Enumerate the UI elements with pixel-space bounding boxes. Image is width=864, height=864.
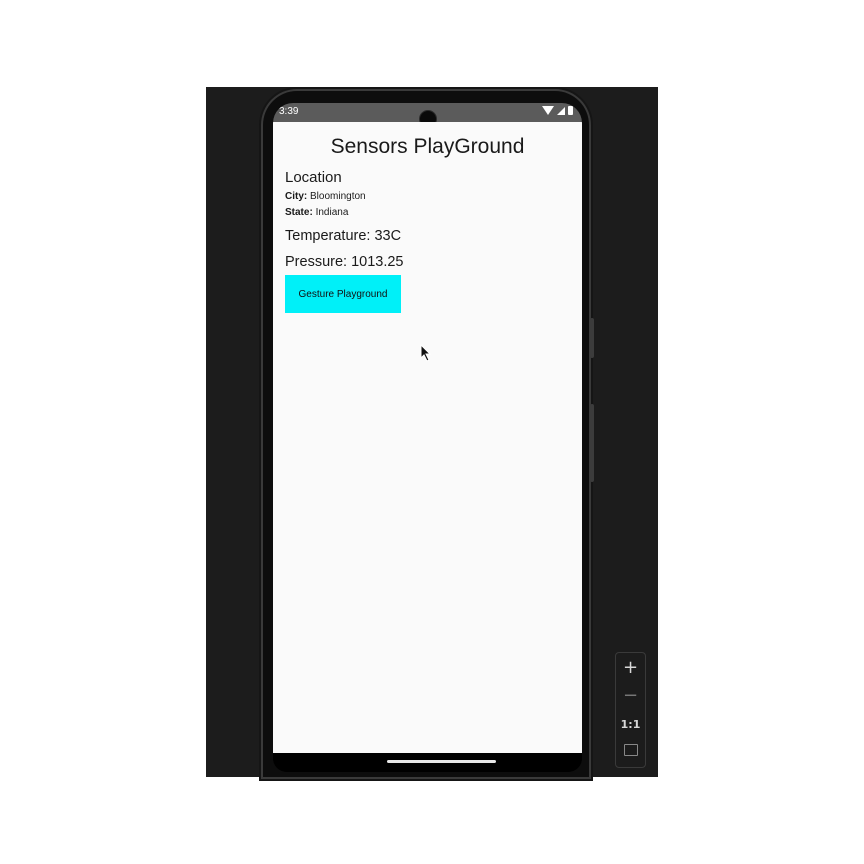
actual-size-button[interactable]: 1:1 xyxy=(616,718,645,731)
volume-button[interactable] xyxy=(590,404,594,482)
zoom-controls: + − 1:1 xyxy=(615,652,646,768)
power-button[interactable] xyxy=(590,318,594,358)
city-label: City: xyxy=(285,191,308,202)
mouse-cursor-icon xyxy=(420,344,432,362)
gesture-playground-button[interactable]: Gesture Playground xyxy=(285,275,401,313)
city-value: Bloomington xyxy=(310,191,366,202)
state-line: State: Indiana xyxy=(285,207,348,218)
fit-screen-icon[interactable] xyxy=(624,744,638,756)
zoom-out-button[interactable]: − xyxy=(616,685,645,706)
wifi-icon xyxy=(542,106,554,115)
status-icons xyxy=(542,106,573,115)
status-time: 3:39 xyxy=(279,106,299,117)
state-label: State: xyxy=(285,207,313,218)
app-content: Sensors PlayGround Location City: Bloomi… xyxy=(273,122,582,753)
city-line: City: Bloomington xyxy=(285,191,366,202)
state-value: Indiana xyxy=(315,207,349,218)
signal-icon xyxy=(557,106,565,115)
zoom-in-button[interactable]: + xyxy=(616,657,645,678)
pressure-text: Pressure: 1013.25 xyxy=(285,254,404,270)
status-bar: 3:39 xyxy=(273,103,582,128)
battery-icon xyxy=(568,106,573,115)
temperature-text: Temperature: 33C xyxy=(285,228,402,244)
location-heading: Location xyxy=(285,169,342,186)
home-handle[interactable] xyxy=(387,760,496,763)
navigation-bar xyxy=(273,753,582,772)
device-screen: 3:39 Sensors PlayGround Location City: B… xyxy=(273,103,582,772)
page-title: Sensors PlayGround xyxy=(330,135,525,158)
